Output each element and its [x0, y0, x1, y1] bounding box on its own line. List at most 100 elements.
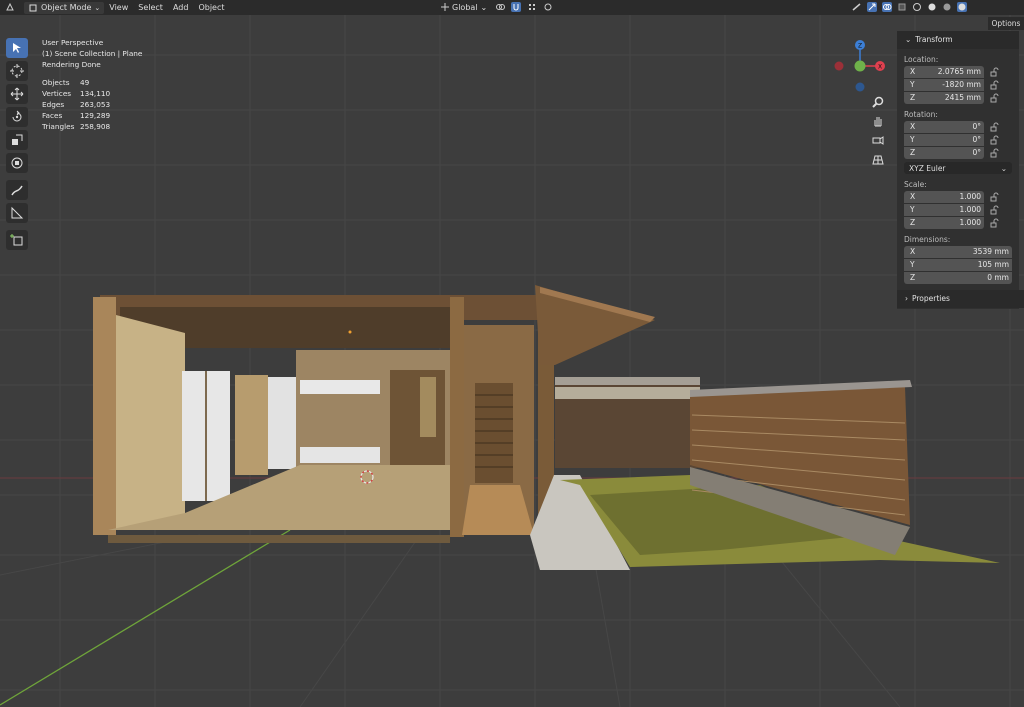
options-button[interactable]: Options	[988, 17, 1024, 30]
lock-icon[interactable]	[989, 135, 999, 145]
object-mode-dropdown[interactable]: Object Mode ⌄	[24, 1, 105, 14]
menu-object[interactable]: Object	[193, 3, 229, 12]
hand-icon	[874, 117, 882, 127]
stat-row: Triangles 258,908	[42, 121, 111, 131]
dimensions-z-field[interactable]: Z0 mm	[904, 271, 1012, 284]
render-status: Rendering Done	[42, 59, 101, 69]
gizmo-toggle-icon[interactable]	[867, 2, 877, 12]
properties-panel-header[interactable]: › Properties	[897, 290, 1024, 308]
scale-y-field[interactable]: Y 1.000	[904, 203, 984, 216]
navigation-gizmo[interactable]: Z X	[830, 37, 890, 97]
location-label: Location:	[904, 55, 939, 64]
move-icon	[10, 87, 24, 101]
editor-type-button[interactable]	[0, 2, 20, 14]
scale-label: Scale:	[904, 180, 927, 189]
proportional-edit-icon[interactable]	[543, 2, 553, 12]
measure-tool[interactable]	[6, 203, 28, 223]
transform-orientation-dropdown[interactable]: Global ⌄	[440, 2, 487, 12]
wireframe-shading-icon[interactable]	[912, 2, 922, 12]
lock-icon[interactable]	[989, 122, 999, 132]
pivot-point-icon[interactable]	[495, 2, 505, 12]
dimensions-y-field[interactable]: Y 105 mm	[904, 258, 1012, 271]
orientation-label: Global	[452, 2, 478, 12]
dimensions-z-row: Z0 mm	[904, 271, 1019, 284]
grid-perspective-icon	[872, 155, 884, 165]
location-z-field[interactable]: Z 2415 mm	[904, 91, 984, 104]
scale-z-field[interactable]: Z 1.000	[904, 216, 984, 229]
menu-add[interactable]: Add	[168, 3, 194, 12]
view-name: User Perspective	[42, 38, 104, 47]
transform-tool[interactable]	[6, 153, 28, 173]
rotation-y-field[interactable]: Y 0°	[904, 133, 984, 146]
ruler-icon	[11, 206, 24, 219]
location-z-row: Z 2415 mm	[904, 91, 1019, 104]
rendered-shading-icon[interactable]	[957, 2, 967, 12]
location-y-field[interactable]: Y -1820 mm	[904, 78, 984, 91]
chevron-down-icon: ⌄	[905, 35, 912, 44]
location-x-row: X 2.0765 mm	[904, 65, 1019, 78]
rotation-label: Rotation:	[904, 110, 938, 119]
zoom-button[interactable]	[868, 93, 888, 111]
magnifier-icon	[872, 96, 884, 108]
lock-icon[interactable]	[989, 192, 999, 202]
chevron-right-icon: ›	[905, 294, 908, 303]
snap-target-icon[interactable]	[527, 2, 537, 12]
cursor-tool[interactable]	[6, 61, 28, 81]
chevron-down-icon: ⌄	[94, 3, 101, 12]
camera-view-button[interactable]	[868, 131, 888, 149]
editor-type-icon	[6, 2, 14, 10]
add-cube-icon	[10, 234, 23, 246]
annotate-tool[interactable]	[6, 180, 28, 200]
orientation-icon	[441, 3, 449, 11]
3d-viewport[interactable]: User Perspective (1) Scene Collection | …	[0, 15, 1024, 707]
stat-row: Edges 263,053	[42, 99, 111, 109]
stat-row: Faces 129,289	[42, 110, 111, 120]
scale-z-row: Z 1.000	[904, 216, 1019, 229]
transform-panel-header[interactable]: ⌄ Transform	[897, 31, 1019, 49]
rotate-tool[interactable]	[6, 107, 28, 127]
add-cube-tool[interactable]	[6, 230, 28, 250]
dimensions-label: Dimensions:	[904, 235, 951, 244]
y-axis-handle	[854, 60, 866, 72]
scale-x-field[interactable]: X 1.000	[904, 190, 984, 203]
rotation-mode-dropdown[interactable]: XYZ Euler ⌄	[904, 162, 1012, 174]
scale-tool[interactable]	[6, 130, 28, 150]
neg-z-axis-handle	[855, 82, 865, 92]
snap-toggle-icon[interactable]	[511, 2, 521, 12]
location-y-row: Y -1820 mm	[904, 78, 1019, 91]
visibility-icon[interactable]	[852, 2, 862, 12]
lock-icon[interactable]	[989, 93, 999, 103]
chevron-down-icon: ⌄	[1000, 163, 1007, 173]
viewport-header: Object Mode ⌄ View Select Add Object Glo…	[0, 0, 1024, 15]
pan-button[interactable]	[868, 112, 888, 130]
solid-shading-icon[interactable]	[927, 2, 937, 12]
rotation-x-field[interactable]: X 0°	[904, 120, 984, 133]
lock-icon[interactable]	[989, 67, 999, 77]
perspective-toggle-button[interactable]	[868, 150, 888, 168]
rotation-z-field[interactable]: Z 0°	[904, 146, 984, 159]
xray-toggle-icon[interactable]	[897, 2, 907, 12]
lock-icon[interactable]	[989, 205, 999, 215]
material-shading-icon[interactable]	[942, 2, 952, 12]
stat-row: Vertices 134,110	[42, 89, 111, 99]
overlays-toggle-icon[interactable]	[882, 2, 892, 12]
scale-x-row: X 1.000	[904, 190, 1019, 203]
rotation-z-row: Z 0°	[904, 146, 1019, 159]
dimensions-x-row: X 3539 mm	[904, 245, 1019, 258]
lock-icon[interactable]	[989, 148, 999, 158]
menu-view[interactable]: View	[104, 3, 133, 12]
origin-point	[348, 330, 352, 334]
dimensions-x-field[interactable]: X 3539 mm	[904, 245, 1012, 258]
location-x-field[interactable]: X 2.0765 mm	[904, 65, 984, 78]
building-model	[93, 285, 1000, 570]
lock-icon[interactable]	[989, 218, 999, 228]
select-box-tool[interactable]	[6, 38, 28, 58]
move-tool[interactable]	[6, 84, 28, 104]
neg-x-axis-handle	[834, 61, 844, 71]
menu-select[interactable]: Select	[133, 3, 168, 12]
x-axis-label: X	[878, 64, 882, 71]
rotation-y-row: Y 0°	[904, 133, 1019, 146]
3d-cursor-icon	[10, 64, 24, 78]
camera-icon	[872, 136, 884, 145]
lock-icon[interactable]	[989, 80, 999, 90]
